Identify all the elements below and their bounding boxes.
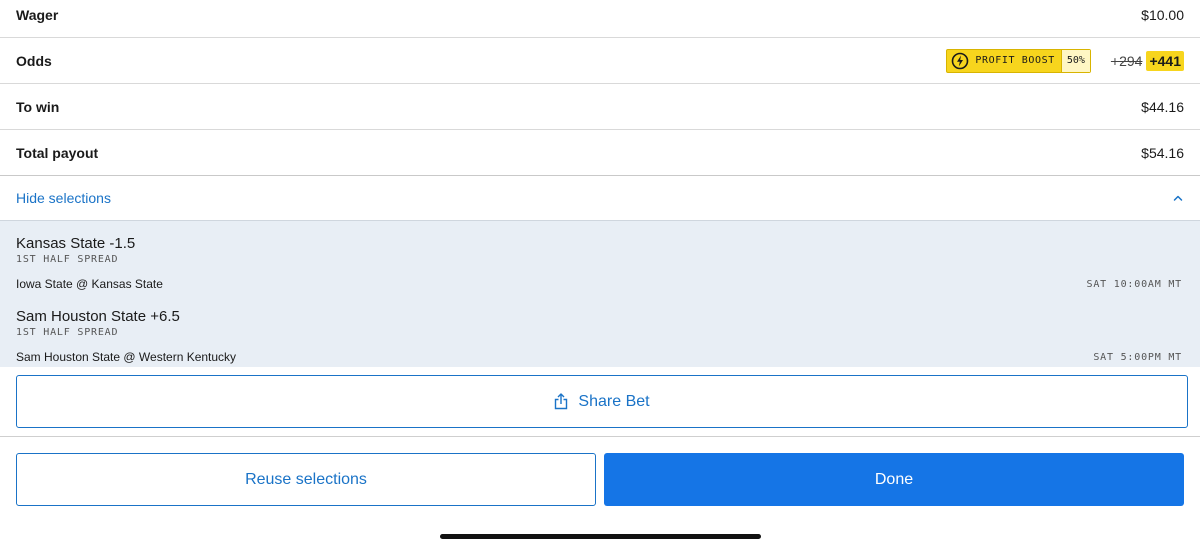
selection-item: Kansas State -1.5 1ST HALF SPREAD Iowa S…	[16, 235, 1182, 291]
selection-market: 1ST HALF SPREAD	[16, 254, 119, 265]
to-win-row: To win $44.16	[0, 84, 1200, 130]
done-button[interactable]: Done	[604, 453, 1184, 506]
odds-display: PROFIT BOOST 50% +294 +441	[946, 48, 1184, 73]
selection-team: Kansas State -1.5	[16, 235, 136, 252]
share-bet-label: Share Bet	[578, 392, 650, 410]
home-indicator[interactable]	[440, 534, 761, 539]
selection-item: Sam Houston State +6.5 1ST HALF SPREAD S…	[16, 308, 1182, 364]
lightning-bolt-icon	[952, 52, 969, 69]
to-win-label: To win	[16, 98, 60, 115]
odds-label: Odds	[16, 52, 52, 69]
profit-boost-label: PROFIT BOOST	[975, 55, 1055, 66]
done-label: Done	[874, 470, 914, 488]
selections-list: Kansas State -1.5 1ST HALF SPREAD Iowa S…	[0, 221, 1200, 367]
boosted-odds: +441	[1146, 50, 1184, 71]
profit-boost-percent: 50%	[1060, 49, 1090, 72]
reuse-selections-label: Reuse selections	[245, 470, 367, 488]
footer-divider	[0, 436, 1200, 437]
wager-value: $10.00	[1141, 6, 1184, 23]
selection-team: Sam Houston State +6.5	[16, 308, 180, 325]
chevron-up-icon[interactable]	[1172, 192, 1184, 204]
total-payout-value: $54.16	[1141, 144, 1184, 161]
selection-time: SAT 10:00AM MT	[1086, 278, 1182, 290]
reuse-selections-button[interactable]: Reuse selections	[16, 453, 596, 506]
share-bet-button[interactable]: Share Bet	[16, 375, 1188, 428]
wager-label: Wager	[16, 6, 59, 23]
wager-row: Wager $10.00	[0, 0, 1200, 38]
selection-matchup: Sam Houston State @ Western Kentucky	[16, 350, 237, 364]
total-payout-label: Total payout	[16, 144, 99, 161]
profit-boost-badge: PROFIT BOOST 50%	[946, 48, 1091, 73]
hide-selections-toggle[interactable]: Hide selections	[0, 176, 1200, 221]
hide-selections-label: Hide selections	[16, 190, 111, 206]
original-odds: +294	[1110, 52, 1143, 69]
to-win-value: $44.16	[1141, 98, 1184, 115]
selection-time: SAT 5:00PM MT	[1093, 351, 1182, 363]
total-payout-row: Total payout $54.16	[0, 130, 1200, 176]
selection-market: 1ST HALF SPREAD	[16, 327, 119, 338]
odds-row: Odds PROFIT BOOST 50% +294 +441	[0, 38, 1200, 84]
selection-matchup: Iowa State @ Kansas State	[16, 277, 163, 291]
share-icon	[555, 393, 568, 410]
